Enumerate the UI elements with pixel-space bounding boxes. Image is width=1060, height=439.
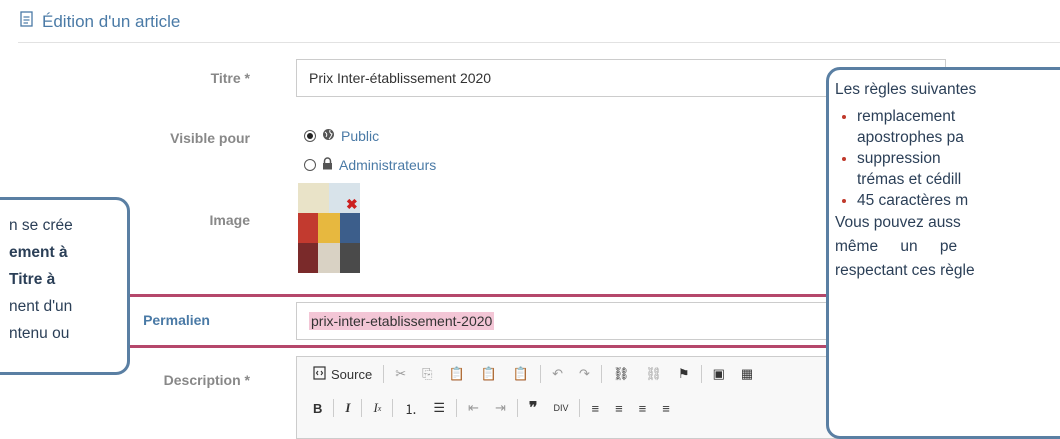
align-right-icon[interactable]: ≡	[631, 395, 655, 421]
undo-icon[interactable]: ↶	[544, 361, 571, 387]
align-left-icon[interactable]: ≡	[583, 395, 607, 421]
callout-right-outro: Vous pouvez auss	[835, 214, 961, 231]
toolbar-separator	[540, 365, 542, 383]
permalink-value: prix-inter-etablissement-2020	[309, 312, 495, 330]
align-center-icon[interactable]: ≡	[607, 395, 631, 421]
source-icon	[313, 365, 326, 383]
anchor-flag-icon[interactable]: ⚑	[670, 361, 698, 387]
align-justify-icon[interactable]: ≡	[654, 395, 678, 421]
italic-icon[interactable]: I	[337, 395, 358, 421]
visibility-label: Visible pour	[170, 130, 250, 146]
redo-icon[interactable]: ↷	[571, 361, 598, 387]
remove-image-icon[interactable]: ✖	[346, 196, 358, 213]
toolbar-separator	[700, 365, 702, 383]
callout-left: n se crée ement à Titre à nent d'un nten…	[0, 197, 130, 375]
table-icon[interactable]: ▦	[733, 361, 761, 387]
numbered-list-icon[interactable]: ⒈	[396, 395, 425, 421]
top-strip	[0, 0, 1060, 6]
toolbar-separator	[383, 365, 385, 383]
paste-text-icon[interactable]: 📋	[473, 361, 505, 387]
image-icon[interactable]: ▣	[705, 361, 733, 387]
toolbar-separator	[579, 399, 581, 417]
div-container-icon[interactable]: DIV	[545, 395, 576, 421]
source-button[interactable]: Source	[305, 361, 380, 387]
visibility-option-label: Administrateurs	[339, 157, 437, 173]
page-title: Édition d'un article	[42, 11, 181, 31]
link-icon[interactable]: ⛓	[605, 361, 638, 387]
source-label: Source	[331, 366, 373, 382]
callout-left-line: nent d'un	[9, 298, 73, 315]
bulleted-list-icon[interactable]: ☰	[425, 395, 453, 421]
toolbar-separator	[600, 365, 602, 383]
callout-left-line: n se crée	[9, 217, 73, 234]
callout-left-line: Titre à	[9, 271, 56, 288]
callout-rule-text: apostrophes pa	[857, 129, 964, 146]
callout-left-line: ntenu ou	[9, 325, 70, 342]
lock-icon	[322, 157, 333, 173]
callout-right-outro: respectant ces règle	[835, 262, 975, 279]
toolbar-separator	[361, 399, 363, 417]
radio-public[interactable]	[304, 130, 316, 142]
callout-right-intro: Les règles suivantes	[835, 81, 977, 98]
paste-word-icon[interactable]: 📋	[505, 361, 537, 387]
title-label: Titre *	[210, 70, 250, 86]
callout-left-line: ement à	[9, 244, 68, 261]
callout-rule-text: remplacement	[857, 108, 956, 125]
callout-right-outro: même un pe	[835, 238, 958, 255]
visibility-option-label: Public	[341, 128, 380, 144]
header-divider	[18, 42, 1060, 43]
title-input-value: Prix Inter-établissement 2020	[309, 70, 492, 86]
toolbar-separator	[456, 399, 458, 417]
callout-rule-text: suppression	[857, 150, 941, 167]
blockquote-icon[interactable]: ❞	[521, 395, 546, 421]
toolbar-separator	[392, 399, 394, 417]
remove-format-icon[interactable]: Ix	[365, 395, 389, 421]
bold-icon[interactable]: B	[305, 395, 330, 421]
radio-admins[interactable]	[304, 159, 316, 171]
indent-icon[interactable]: ⇥	[487, 395, 514, 421]
cut-icon[interactable]: ✂	[387, 361, 414, 387]
callout-rule-item: 45 caractères m	[857, 190, 1060, 211]
image-label: Image	[209, 212, 250, 228]
page-header: Édition d'un article	[20, 11, 180, 32]
callout-rule-text: 45 caractères m	[857, 192, 969, 209]
callout-right: Les règles suivantes remplacement apostro…	[826, 67, 1060, 439]
callout-rule-text: trémas et cédill	[857, 171, 962, 188]
callout-rule-item: remplacement apostrophes pa	[857, 106, 1060, 148]
toolbar-separator	[333, 399, 335, 417]
description-label: Description *	[163, 372, 250, 388]
toolbar-separator	[516, 399, 518, 417]
visibility-option-admins[interactable]: Administrateurs	[304, 157, 436, 173]
visibility-option-public[interactable]: Public	[304, 128, 379, 144]
globe-icon	[322, 128, 335, 144]
callout-rules-list: remplacement apostrophes pa suppression tr…	[835, 106, 1060, 211]
callout-rule-item: suppression trémas et cédill	[857, 148, 1060, 190]
copy-icon[interactable]: ⎘	[414, 361, 440, 387]
paste-icon[interactable]: 📋	[441, 361, 473, 387]
outdent-icon[interactable]: ⇤	[460, 395, 487, 421]
document-icon	[20, 11, 34, 32]
unlink-icon[interactable]: ⛓	[637, 361, 670, 387]
